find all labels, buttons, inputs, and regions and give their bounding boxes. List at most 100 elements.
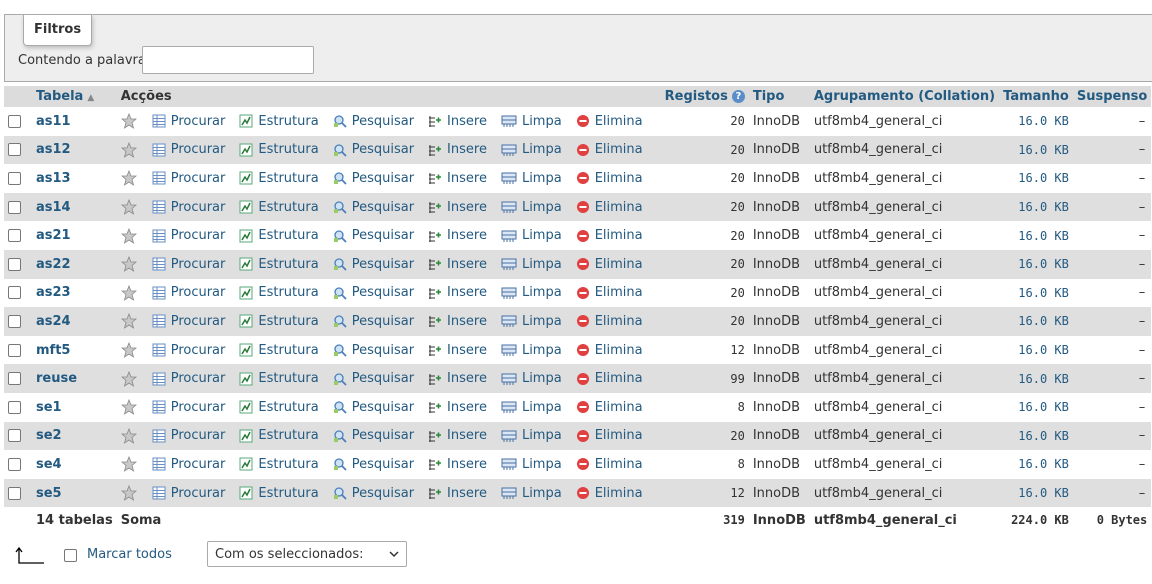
insert-link[interactable]: Insere [428,228,487,243]
row-checkbox[interactable] [8,314,21,328]
structure-link[interactable]: Estrutura [239,257,319,272]
empty-link[interactable]: Limpa [501,314,562,329]
table-name-link[interactable]: as23 [36,285,71,300]
search-link[interactable]: Pesquisar [333,314,414,329]
drop-link[interactable]: Elimina [576,314,643,329]
favorite-star-icon[interactable] [120,284,142,301]
with-selected-select[interactable]: Com os seleccionados: [207,541,407,567]
row-checkbox[interactable] [8,143,21,157]
size-link[interactable]: 16.0 KB [1018,257,1069,271]
size-link[interactable]: 16.0 KB [1018,372,1069,386]
insert-link[interactable]: Insere [428,257,487,272]
empty-link[interactable]: Limpa [501,457,562,472]
favorite-star-icon[interactable] [120,256,142,273]
structure-link[interactable]: Estrutura [239,200,319,215]
drop-link[interactable]: Elimina [576,371,643,386]
browse-link[interactable]: Procurar [152,285,225,300]
favorite-star-icon[interactable] [120,427,142,444]
structure-link[interactable]: Estrutura [239,457,319,472]
drop-link[interactable]: Elimina [576,171,643,186]
row-checkbox[interactable] [8,372,21,386]
mark-all-link[interactable]: Marcar todos [87,547,172,562]
insert-link[interactable]: Insere [428,457,487,472]
insert-link[interactable]: Insere [428,371,487,386]
structure-link[interactable]: Estrutura [239,428,319,443]
table-name-link[interactable]: reuse [36,371,77,386]
row-checkbox[interactable] [8,429,21,443]
drop-link[interactable]: Elimina [576,228,643,243]
structure-link[interactable]: Estrutura [239,142,319,157]
empty-link[interactable]: Limpa [501,228,562,243]
header-tipo[interactable]: Tipo [748,86,810,107]
table-name-link[interactable]: se4 [36,457,62,472]
favorite-star-icon[interactable] [120,399,142,416]
row-checkbox[interactable] [8,400,21,414]
row-checkbox[interactable] [8,486,21,500]
search-link[interactable]: Pesquisar [333,285,414,300]
favorite-star-icon[interactable] [120,456,142,473]
sort-suspenso-link[interactable]: Suspenso [1077,89,1147,104]
insert-link[interactable]: Insere [428,200,487,215]
drop-link[interactable]: Elimina [576,428,643,443]
browse-link[interactable]: Procurar [152,142,225,157]
insert-link[interactable]: Insere [428,314,487,329]
size-link[interactable]: 16.0 KB [1018,314,1069,328]
table-name-link[interactable]: as21 [36,228,71,243]
table-name-link[interactable]: se2 [36,428,62,443]
browse-link[interactable]: Procurar [152,114,225,129]
insert-link[interactable]: Insere [428,486,487,501]
row-checkbox[interactable] [8,457,21,471]
structure-link[interactable]: Estrutura [239,314,319,329]
search-link[interactable]: Pesquisar [333,257,414,272]
table-name-link[interactable]: as13 [36,171,71,186]
browse-link[interactable]: Procurar [152,171,225,186]
row-checkbox[interactable] [8,200,21,214]
favorite-star-icon[interactable] [120,485,142,501]
search-link[interactable]: Pesquisar [333,171,414,186]
browse-link[interactable]: Procurar [152,314,225,329]
table-name-link[interactable]: mft5 [36,343,70,358]
drop-link[interactable]: Elimina [576,114,643,129]
structure-link[interactable]: Estrutura [239,400,319,415]
insert-link[interactable]: Insere [428,171,487,186]
header-tamanho[interactable]: Tamanho [999,86,1073,107]
structure-link[interactable]: Estrutura [239,285,319,300]
structure-link[interactable]: Estrutura [239,371,319,386]
drop-link[interactable]: Elimina [576,343,643,358]
empty-link[interactable]: Limpa [501,371,562,386]
browse-link[interactable]: Procurar [152,371,225,386]
header-agrupamento[interactable]: Agrupamento (Collation) [809,86,1000,107]
browse-link[interactable]: Procurar [152,228,225,243]
empty-link[interactable]: Limpa [501,171,562,186]
structure-link[interactable]: Estrutura [239,171,319,186]
sort-tabela-link[interactable]: Tabela [36,89,83,104]
browse-link[interactable]: Procurar [152,457,225,472]
drop-link[interactable]: Elimina [576,257,643,272]
size-link[interactable]: 16.0 KB [1018,343,1069,357]
search-link[interactable]: Pesquisar [333,457,414,472]
structure-link[interactable]: Estrutura [239,486,319,501]
favorite-star-icon[interactable] [120,370,142,387]
drop-link[interactable]: Elimina [576,486,643,501]
sort-tamanho-link[interactable]: Tamanho [1003,89,1069,104]
empty-link[interactable]: Limpa [501,285,562,300]
header-registos[interactable]: Registos? [660,86,749,107]
row-checkbox[interactable] [8,343,21,357]
drop-link[interactable]: Elimina [576,285,643,300]
insert-link[interactable]: Insere [428,343,487,358]
row-checkbox[interactable] [8,286,21,300]
row-checkbox[interactable] [8,114,21,128]
empty-link[interactable]: Limpa [501,114,562,129]
size-link[interactable]: 16.0 KB [1018,400,1069,414]
favorite-star-icon[interactable] [120,199,142,216]
search-link[interactable]: Pesquisar [333,200,414,215]
sort-registos-link[interactable]: Registos [665,89,728,104]
insert-link[interactable]: Insere [428,142,487,157]
size-link[interactable]: 16.0 KB [1018,286,1069,300]
empty-link[interactable]: Limpa [501,428,562,443]
search-link[interactable]: Pesquisar [333,400,414,415]
size-link[interactable]: 16.0 KB [1018,171,1069,185]
search-link[interactable]: Pesquisar [333,343,414,358]
sort-tipo-link[interactable]: Tipo [753,89,785,104]
favorite-star-icon[interactable] [120,342,142,358]
